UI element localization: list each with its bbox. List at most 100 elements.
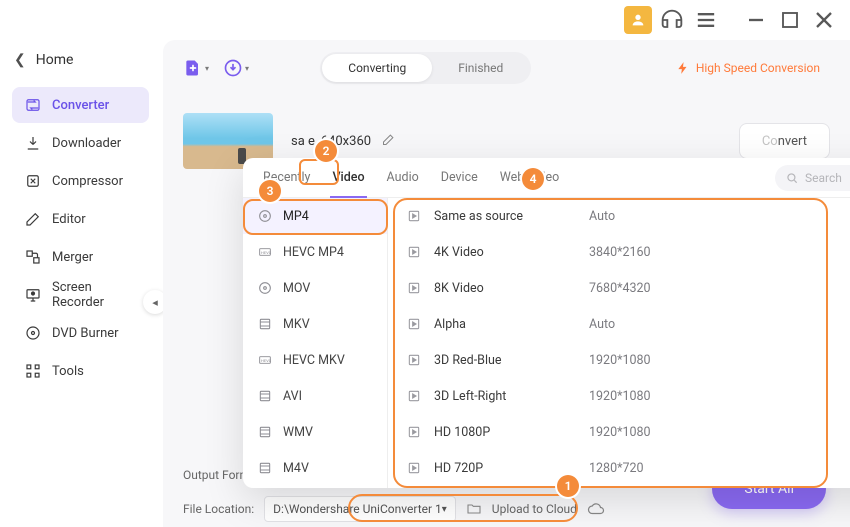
file-name: sa e_640x360: [291, 132, 396, 151]
edit-filename-icon[interactable]: [381, 132, 396, 151]
format-container-list: MP4 HEVCHEVC MP4 MOV MKV HEVC HEVC MKV AVI WMV M…: [243, 198, 388, 488]
format-label: MOV: [283, 281, 310, 296]
download-add-button[interactable]: ▾: [223, 55, 249, 81]
add-file-button[interactable]: ▾: [183, 55, 209, 81]
format-tab-device[interactable]: Device: [439, 158, 480, 198]
top-toolbar: ▾ ▾ Converting Finished High Speed Conve…: [163, 40, 850, 96]
preset-alpha[interactable]: AlphaAuto: [388, 306, 850, 342]
sidebar-item-dvd-burner[interactable]: DVD Burner: [12, 315, 149, 351]
video-icon: [406, 388, 422, 404]
preset-8k-video[interactable]: 8K Video7680*4320: [388, 270, 850, 306]
convert-button[interactable]: Convert: [739, 123, 830, 159]
format-container-avi[interactable]: AVI: [243, 378, 387, 414]
sidebar-item-compressor[interactable]: Compressor: [12, 163, 149, 199]
sidebar-home[interactable]: ❮ Home: [6, 40, 155, 80]
preset-3d-red-blue[interactable]: 3D Red-Blue1920*1080: [388, 342, 850, 378]
chevron-down-icon: ▾: [442, 504, 447, 515]
preset-name: 4K Video: [434, 245, 589, 260]
file-location-select[interactable]: D:\Wondershare UniConverter 1 ▾: [264, 496, 456, 522]
video-icon: [406, 424, 422, 440]
preset-name: 8K Video: [434, 281, 589, 296]
annotation-1: 1: [557, 475, 579, 497]
preset-hd-1080p[interactable]: HD 1080P1920*1080: [388, 414, 850, 450]
annotation-4: 4: [522, 168, 544, 190]
preset-name: HD 1080P: [434, 425, 589, 440]
format-panel-tabs: RecentlyVideoAudioDeviceWeb VideoSearch: [243, 158, 850, 198]
tab-switch: Converting Finished: [320, 52, 531, 84]
user-avatar[interactable]: [624, 6, 652, 34]
bolt-icon: [676, 61, 690, 75]
sidebar-item-downloader[interactable]: Downloader: [12, 125, 149, 161]
file-location-label: File Location:: [183, 502, 254, 516]
video-icon: [406, 316, 422, 332]
format-label: WMV: [283, 425, 313, 440]
format-container-mkv[interactable]: MKV: [243, 306, 387, 342]
video-icon: [406, 460, 422, 476]
high-speed-conversion[interactable]: High Speed Conversion: [660, 57, 830, 79]
support-icon[interactable]: [658, 6, 686, 34]
format-label: MKV: [283, 317, 310, 332]
sidebar-item-label: DVD Burner: [52, 326, 119, 341]
video-icon: [406, 280, 422, 296]
sidebar-item-label: Tools: [52, 364, 84, 379]
format-container-mp4[interactable]: MP4: [243, 198, 387, 234]
sidebar-item-editor[interactable]: Editor: [12, 201, 149, 237]
format-container-hevc-mp4[interactable]: HEVCHEVC MP4: [243, 234, 387, 270]
chevron-left-icon: ❮: [14, 52, 26, 68]
format-panel: RecentlyVideoAudioDeviceWeb VideoSearch …: [243, 158, 850, 488]
svg-text:HEVC: HEVC: [261, 250, 272, 255]
tab-finished[interactable]: Finished: [432, 54, 529, 82]
sidebar-item-tools[interactable]: Tools: [12, 353, 149, 389]
preset-name: 3D Left-Right: [434, 389, 589, 404]
preset-hd-720p[interactable]: HD 720P1280*720: [388, 450, 850, 486]
preset-resolution: 1920*1080: [589, 389, 709, 404]
format-label: HEVC MKV: [283, 353, 345, 368]
minimize-button[interactable]: [742, 6, 770, 34]
titlebar: [0, 0, 850, 40]
menu-icon[interactable]: [692, 6, 720, 34]
preset-same-as-source[interactable]: Same as sourceAuto: [388, 198, 850, 234]
preset-name: Same as source: [434, 209, 589, 224]
video-icon: [406, 352, 422, 368]
sidebar-item-screen-recorder[interactable]: Screen Recorder: [12, 277, 149, 313]
preset-resolution: 1280*720: [589, 461, 709, 476]
preset-name: 3D Red-Blue: [434, 353, 589, 368]
sidebar-item-label: Screen Recorder: [52, 280, 137, 310]
sidebar-nav: Converter Downloader CompressorEditor Merge…: [6, 86, 155, 390]
maximize-button[interactable]: [776, 6, 804, 34]
preset-resolution: 1920*1080: [589, 353, 709, 368]
caret-down-icon: ▾: [245, 64, 249, 73]
format-container-wmv[interactable]: WMV: [243, 414, 387, 450]
format-container-m4v[interactable]: M4V: [243, 450, 387, 486]
cloud-icon[interactable]: [587, 500, 605, 518]
preset-3d-left-right[interactable]: 3D Left-Right1920*1080: [388, 378, 850, 414]
video-icon: [406, 208, 422, 224]
folder-icon[interactable]: [466, 501, 482, 517]
format-search-input[interactable]: Search: [775, 165, 850, 191]
format-label: MP4: [283, 209, 309, 224]
format-tab-video[interactable]: Video: [330, 158, 366, 198]
sidebar-home-label: Home: [36, 52, 74, 68]
preset-name: Alpha: [434, 317, 589, 332]
sidebar-item-merger[interactable]: Merger: [12, 239, 149, 275]
preset-resolution: 3840*2160: [589, 245, 709, 260]
upload-cloud-label: Upload to Cloud: [492, 502, 577, 516]
annotation-2: 2: [315, 140, 337, 162]
preset-resolution: Auto: [589, 317, 709, 332]
sidebar-item-label: Merger: [52, 250, 93, 265]
preset-resolution: 7680*4320: [589, 281, 709, 296]
svg-text:HEVC: HEVC: [261, 358, 272, 363]
sidebar: ❮ Home Converter Downloader CompressorEdit…: [0, 40, 155, 527]
preset-4k-video[interactable]: 4K Video3840*2160: [388, 234, 850, 270]
format-preset-list: Same as sourceAuto4K Video3840*21608K Vi…: [388, 198, 850, 488]
format-tab-audio[interactable]: Audio: [385, 158, 421, 198]
sidebar-item-converter[interactable]: Converter: [12, 87, 149, 123]
sidebar-item-label: Downloader: [52, 136, 121, 151]
format-container-hevc-mkv[interactable]: HEVC HEVC MKV: [243, 342, 387, 378]
video-icon: [406, 244, 422, 260]
close-button[interactable]: [810, 6, 838, 34]
preset-resolution: Auto: [589, 209, 709, 224]
format-container-mov[interactable]: MOV: [243, 270, 387, 306]
preset-resolution: 1920*1080: [589, 425, 709, 440]
tab-converting[interactable]: Converting: [322, 54, 432, 82]
